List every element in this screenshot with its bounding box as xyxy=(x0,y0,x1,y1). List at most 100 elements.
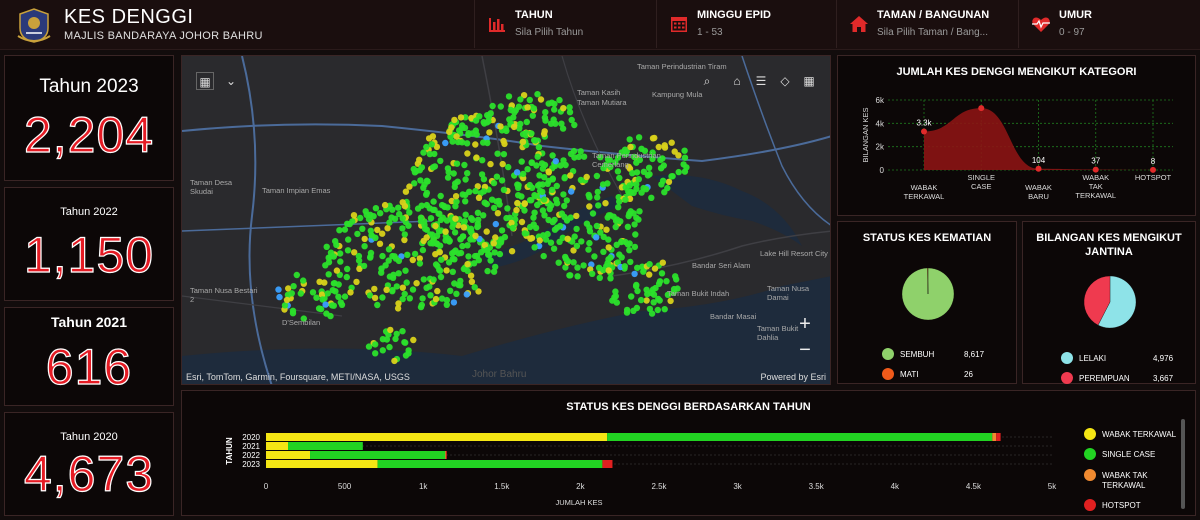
case-point xyxy=(359,225,366,232)
zoom-out-button[interactable]: − xyxy=(792,338,818,364)
case-point xyxy=(494,150,501,157)
legend-label-single-case: SINGLE CASE xyxy=(1102,450,1156,459)
case-point xyxy=(600,248,607,255)
case-point xyxy=(563,197,570,204)
legend-swatch-perempuan xyxy=(1061,372,1073,384)
case-point xyxy=(663,278,670,285)
bar-segment xyxy=(445,451,447,459)
case-point xyxy=(497,123,504,130)
bar-segment xyxy=(607,433,993,441)
case-point xyxy=(323,243,330,250)
case-point xyxy=(372,341,379,348)
case-point xyxy=(586,194,593,201)
case-point xyxy=(518,158,525,165)
case-point xyxy=(643,297,650,304)
case-point xyxy=(616,174,623,182)
case-point xyxy=(484,139,491,147)
year-card-2022: Tahun 2022 1,150 xyxy=(4,187,174,301)
case-point xyxy=(566,109,574,116)
case-point xyxy=(626,136,633,143)
case-point xyxy=(289,307,297,314)
legend-scrollbar[interactable] xyxy=(1181,419,1185,509)
x-tick-label: WABAK TERKAWAL xyxy=(904,183,945,201)
case-point xyxy=(399,225,406,232)
zoom-in-button[interactable]: + xyxy=(792,312,818,338)
x-tick-label: WABAK TAK TERKAWAL xyxy=(1075,173,1116,200)
map-label: Taman Bukit Indah xyxy=(667,289,730,298)
filter-umur-value: 0 - 97 xyxy=(1059,27,1085,38)
filter-tahun-label: TAHUN xyxy=(515,9,553,21)
home-icon[interactable]: ⌂ xyxy=(728,72,746,90)
header-bar: KES DENGGI MAJLIS BANDARAYA JOHOR BAHRU … xyxy=(0,0,1200,50)
legend-value-mati: 26 xyxy=(964,370,973,379)
x-tick-label: 1.5k xyxy=(494,482,510,491)
case-point xyxy=(381,201,389,209)
case-point xyxy=(451,116,458,124)
case-point xyxy=(402,267,409,274)
case-point xyxy=(406,183,413,190)
case-point xyxy=(402,339,409,346)
case-point xyxy=(675,168,682,176)
x-tick-label: 5k xyxy=(1048,482,1057,491)
case-point xyxy=(561,175,568,182)
y-tick-label: 2k xyxy=(876,143,885,152)
case-point xyxy=(591,253,598,260)
filter-minggu-epid[interactable]: MINGGU EPID 1 - 53 xyxy=(656,0,836,48)
filter-tahun[interactable]: TAHUN Sila Pilih Tahun xyxy=(474,0,656,48)
case-point xyxy=(330,302,337,309)
map-powered-by[interactable]: Powered by Esri xyxy=(760,372,826,382)
case-point xyxy=(384,225,391,232)
case-point xyxy=(498,177,506,184)
list-icon[interactable]: ☰ xyxy=(752,72,770,90)
filter-minggu-label: MINGGU EPID xyxy=(697,9,771,21)
case-point xyxy=(535,144,543,151)
year-card-label: Tahun 2023 xyxy=(39,76,139,97)
case-point xyxy=(395,204,402,211)
city-council-logo xyxy=(17,8,51,43)
case-point xyxy=(493,173,501,180)
bar-segment xyxy=(266,451,311,459)
case-point xyxy=(614,168,622,175)
case-point xyxy=(404,251,411,258)
tahun-chart: 2020202120222023 0 500 1k 1.5k 2k 2.5k 3k 3.5k 4k… xyxy=(225,433,1057,507)
filter-umur[interactable]: UMUR 0 - 97 xyxy=(1018,0,1200,48)
case-point xyxy=(612,223,619,231)
dengue-case-map[interactable]: Taman Perindustrian Tiram Taman Kasih Ta… xyxy=(181,55,831,385)
case-point xyxy=(395,300,402,307)
case-point xyxy=(446,128,453,136)
case-point xyxy=(542,109,549,116)
year-card-value: 2,204 xyxy=(23,106,155,163)
case-point xyxy=(485,251,492,258)
case-point xyxy=(552,158,559,165)
x-tick-label: SINGLE CASE xyxy=(967,173,995,191)
grid-select-icon[interactable]: ▦ xyxy=(196,72,214,90)
case-point xyxy=(558,210,566,217)
qr-basemap-icon[interactable]: ▦ xyxy=(800,72,818,90)
case-point xyxy=(468,215,475,222)
case-point xyxy=(309,289,317,296)
case-point xyxy=(460,224,468,231)
case-point xyxy=(451,229,459,236)
data-label: 37 xyxy=(1091,157,1100,166)
bar-segment xyxy=(602,460,613,468)
filter-taman-label: TAMAN / BANGUNAN xyxy=(877,9,990,21)
layers-icon[interactable]: ◇ xyxy=(776,72,794,90)
case-point xyxy=(574,264,581,271)
search-icon[interactable]: ⌕ xyxy=(698,72,716,90)
case-point xyxy=(468,278,476,285)
case-point xyxy=(604,180,611,187)
filter-taman-bangunan[interactable]: TAMAN / BANGUNAN Sila Pilih Taman / Bang… xyxy=(836,0,1018,48)
case-point xyxy=(656,297,663,304)
case-point xyxy=(548,202,555,209)
case-point xyxy=(519,131,527,138)
case-point xyxy=(337,258,344,265)
case-point xyxy=(417,177,424,184)
data-label: 104 xyxy=(1032,156,1046,165)
case-point xyxy=(594,188,601,196)
case-point xyxy=(560,105,567,112)
chevron-down-icon[interactable]: ⌄ xyxy=(222,72,240,90)
case-point xyxy=(574,273,581,280)
case-point xyxy=(617,218,624,225)
case-point xyxy=(556,96,563,104)
case-point xyxy=(486,129,493,136)
